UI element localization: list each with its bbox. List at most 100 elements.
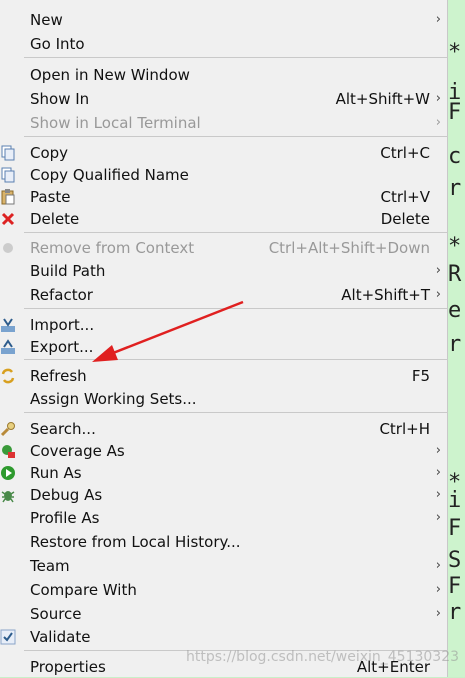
editor-text-fragment: S xyxy=(448,548,462,573)
paste-icon xyxy=(0,189,16,205)
menu-item-compare-with[interactable]: Compare With › xyxy=(0,579,447,601)
chevron-right-icon: › xyxy=(435,510,441,525)
editor-text-fragment: F xyxy=(448,100,462,125)
menu-item-label: Profile As xyxy=(30,509,100,527)
menu-item-restore-from-local-history[interactable]: Restore from Local History... xyxy=(0,531,447,553)
menu-item-label: Restore from Local History... xyxy=(30,533,241,551)
menu-item-import[interactable]: Import... xyxy=(0,314,447,336)
chevron-right-icon: › xyxy=(435,287,441,302)
menu-item-label: Import... xyxy=(30,316,95,334)
chevron-right-icon: › xyxy=(435,12,441,27)
menu-item-coverage-as[interactable]: Coverage As › xyxy=(0,440,447,462)
menu-item-shortcut: Delete xyxy=(380,210,430,228)
watermark: https://blog.csdn.net/weixin_45130323 xyxy=(186,649,460,665)
chevron-right-icon: › xyxy=(435,487,441,502)
menu-item-label: Show in Local Terminal xyxy=(30,114,201,132)
editor-text-fragment: r xyxy=(448,600,462,625)
menu-item-label: Team xyxy=(30,557,70,575)
menu-item-label: Refresh xyxy=(30,367,87,385)
editor-text-fragment: r xyxy=(448,176,462,201)
menu-separator xyxy=(24,136,448,137)
menu-separator xyxy=(24,232,448,233)
import-icon xyxy=(0,317,16,333)
menu-item-validate[interactable]: Validate xyxy=(0,626,447,648)
editor-text-fragment: e xyxy=(448,298,462,323)
editor-text-fragment: c xyxy=(448,144,462,169)
editor-text-fragment: r xyxy=(448,332,462,357)
menu-item-shortcut: Alt+Shift+T xyxy=(341,286,430,304)
menu-item-run-as[interactable]: Run As › xyxy=(0,462,447,484)
menu-item-shortcut: Alt+Shift+W xyxy=(335,90,430,108)
chevron-right-icon: › xyxy=(435,443,441,458)
menu-item-label: Copy Qualified Name xyxy=(30,166,189,184)
editor-text-fragment: i xyxy=(448,488,462,513)
menu-item-debug-as[interactable]: Debug As › xyxy=(0,484,447,506)
menu-separator xyxy=(24,412,448,413)
menu-item-delete[interactable]: Delete Delete xyxy=(0,208,447,230)
chevron-right-icon: › xyxy=(435,115,441,130)
refresh-icon xyxy=(0,368,16,384)
menu-item-label: Refactor xyxy=(30,286,93,304)
menu-item-paste[interactable]: Paste Ctrl+V xyxy=(0,186,447,208)
menu-item-refactor[interactable]: Refactor Alt+Shift+T › xyxy=(0,284,447,306)
menu-item-search[interactable]: Search... Ctrl+H xyxy=(0,418,447,440)
editor-text-fragment: * xyxy=(448,234,462,259)
menu-item-team[interactable]: Team › xyxy=(0,555,447,577)
menu-item-label: Search... xyxy=(30,420,96,438)
menu-item-shortcut: Ctrl+Alt+Shift+Down xyxy=(268,239,430,257)
menu-item-open-in-new-window[interactable]: Open in New Window xyxy=(0,64,447,86)
menu-item-label: Compare With xyxy=(30,581,137,599)
menu-item-show-in-local-terminal: Show in Local Terminal › xyxy=(0,112,447,134)
editor-text-fragment: R xyxy=(448,262,462,287)
editor-text-fragment: F xyxy=(448,574,462,599)
delete-icon xyxy=(0,211,16,227)
menu-item-label: Build Path xyxy=(30,262,106,280)
menu-item-go-into[interactable]: Go Into xyxy=(0,33,447,55)
chevron-right-icon: › xyxy=(435,465,441,480)
menu-separator xyxy=(24,57,448,58)
editor-text-fragment: * xyxy=(448,40,462,65)
menu-item-source[interactable]: Source › xyxy=(0,603,447,625)
menu-item-label: Copy xyxy=(30,144,69,162)
validate-checkbox-icon xyxy=(0,629,16,645)
menu-item-build-path[interactable]: Build Path › xyxy=(0,260,447,282)
menu-item-label: Delete xyxy=(30,210,80,228)
menu-item-profile-as[interactable]: Profile As › xyxy=(0,507,447,529)
chevron-right-icon: › xyxy=(435,263,441,278)
menu-item-refresh[interactable]: Refresh F5 xyxy=(0,365,447,387)
menu-item-label: Coverage As xyxy=(30,442,125,460)
menu-item-label: Assign Working Sets... xyxy=(30,390,197,408)
menu-item-label: Show In xyxy=(30,90,90,108)
menu-item-remove-from-context: Remove from Context Ctrl+Alt+Shift+Down xyxy=(0,237,447,259)
menu-item-shortcut: Ctrl+H xyxy=(379,420,430,438)
run-icon xyxy=(0,465,16,481)
menu-item-label: Properties xyxy=(30,658,106,676)
menu-item-shortcut: Ctrl+C xyxy=(380,144,430,162)
copy-qualified-icon xyxy=(0,167,16,183)
context-menu: New › Go Into Open in New Window Show In Alt+… xyxy=(0,0,448,677)
menu-separator xyxy=(24,359,448,360)
menu-item-label: Paste xyxy=(30,188,71,206)
menu-item-label: Open in New Window xyxy=(30,66,190,84)
menu-item-label: Run As xyxy=(30,464,82,482)
menu-item-label: New xyxy=(30,11,63,29)
menu-item-label: Go Into xyxy=(30,35,85,53)
menu-item-show-in[interactable]: Show In Alt+Shift+W › xyxy=(0,88,447,110)
menu-item-label: Export... xyxy=(30,338,94,356)
chevron-right-icon: › xyxy=(435,606,441,621)
menu-item-copy[interactable]: Copy Ctrl+C xyxy=(0,142,447,164)
menu-item-label: Source xyxy=(30,605,82,623)
export-icon xyxy=(0,339,16,355)
editor-text-fragment: F xyxy=(448,516,462,541)
menu-item-label: Validate xyxy=(30,628,91,646)
menu-item-shortcut: Ctrl+V xyxy=(380,188,430,206)
menu-item-copy-qualified-name[interactable]: Copy Qualified Name xyxy=(0,164,447,186)
coverage-icon xyxy=(0,443,16,459)
chevron-right-icon: › xyxy=(435,91,441,106)
menu-item-label: Remove from Context xyxy=(30,239,195,257)
chevron-right-icon: › xyxy=(435,582,441,597)
search-icon xyxy=(0,421,16,437)
menu-item-assign-working-sets[interactable]: Assign Working Sets... xyxy=(0,388,447,410)
menu-item-new[interactable]: New › xyxy=(0,9,447,31)
menu-item-export[interactable]: Export... xyxy=(0,336,447,358)
